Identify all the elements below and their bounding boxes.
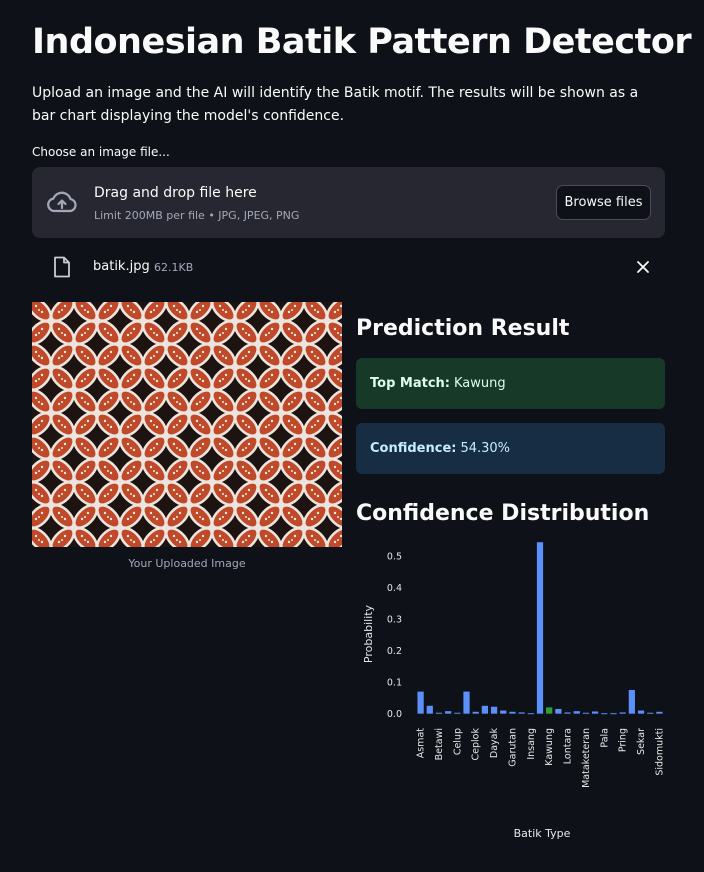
image-caption: Your Uploaded Image — [128, 557, 246, 570]
bar — [435, 712, 443, 714]
confidence-value: 54.30% — [460, 441, 511, 456]
x-tick-label: Sekar — [636, 728, 647, 755]
bar — [564, 712, 571, 714]
browse-files-button[interactable]: Browse files — [556, 185, 651, 220]
bar — [445, 711, 452, 714]
bar — [656, 711, 663, 714]
bar — [472, 711, 479, 714]
x-tick-label: Pala — [599, 728, 610, 748]
x-axis-label: Batik Type — [514, 827, 571, 840]
bar — [426, 705, 433, 714]
x-tick-label: Garutan — [507, 728, 518, 767]
top-match-alert: Top Match: Kawung — [356, 358, 665, 409]
file-dropzone[interactable]: Drag and drop file here Limit 200MB per … — [32, 167, 665, 238]
x-tick-label: Dayak — [489, 728, 500, 759]
dropzone-limit: Limit 200MB per file • JPG, JPEG, PNG — [94, 209, 300, 222]
x-tick-label: Asmat — [416, 728, 427, 759]
chart-svg: 0.0 0.1 0.2 0.3 0.4 0.5 Asmat Betawi Celup Ceplok… — [362, 542, 684, 840]
bar — [527, 713, 534, 715]
bar — [573, 711, 580, 714]
bar — [619, 712, 626, 714]
prediction-heading: Prediction Result — [356, 316, 570, 341]
bar — [518, 712, 525, 714]
bar — [601, 713, 608, 715]
close-icon[interactable] — [635, 259, 651, 275]
x-tick-label: Celup — [452, 728, 463, 755]
uploaded-batik-image — [32, 302, 342, 547]
bar — [463, 691, 470, 714]
x-tick-label: Pring — [618, 728, 629, 752]
page-title: Indonesian Batik Pattern Detector — [32, 22, 692, 62]
y-tick-label: 0.5 — [387, 551, 402, 562]
file-name: batik.jpg — [93, 259, 150, 274]
bar — [628, 690, 635, 714]
x-tick-label: Sidomukti — [654, 728, 665, 776]
bar — [637, 710, 645, 714]
dropzone-title: Drag and drop file here — [94, 185, 257, 201]
x-tick-label: Lontara — [563, 728, 574, 764]
x-tick-label: Betawi — [434, 728, 445, 760]
file-icon — [54, 256, 70, 278]
y-tick-label: 0.1 — [387, 678, 402, 689]
y-tick-label: 0.4 — [387, 583, 402, 594]
x-tick-label: Mataketeran — [581, 728, 592, 788]
y-tick-label: 0.0 — [387, 709, 402, 720]
bar — [647, 712, 654, 714]
bar — [500, 710, 507, 714]
y-axis-label: Probability — [362, 604, 375, 663]
x-tick-label: Ceplok — [471, 728, 482, 761]
file-size: 62.1KB — [154, 261, 194, 274]
confidence-alert: Confidence: 54.30% — [356, 423, 665, 474]
y-tick-label: 0.3 — [387, 614, 402, 625]
bar — [582, 712, 590, 714]
confidence-label: Confidence: — [370, 441, 457, 456]
bar — [536, 542, 544, 714]
confidence-bar-chart: 0.0 0.1 0.2 0.3 0.4 0.5 Asmat Betawi Celup Ceplok… — [356, 540, 684, 850]
bar — [546, 707, 553, 714]
page-intro: Upload an image and the AI will identify… — [32, 85, 639, 124]
bar — [490, 706, 498, 714]
y-tick-label: 0.2 — [387, 646, 402, 657]
bar — [509, 711, 516, 714]
x-tick-label: Insang — [526, 728, 537, 760]
distribution-heading: Confidence Distribution — [356, 501, 650, 526]
bar — [481, 705, 489, 714]
top-match-label: Top Match: — [370, 376, 450, 391]
bar — [610, 713, 617, 715]
x-tick-label: Kawung — [544, 728, 555, 766]
top-match-value: Kawung — [454, 376, 506, 391]
bar — [555, 708, 562, 714]
bar — [454, 712, 461, 714]
cloud-upload-icon — [47, 191, 77, 213]
uploaded-file-row: batik.jpg 62.1KB — [32, 250, 665, 284]
bar — [591, 711, 599, 714]
bar — [417, 691, 424, 714]
uploader-label: Choose an image file... — [32, 145, 170, 159]
